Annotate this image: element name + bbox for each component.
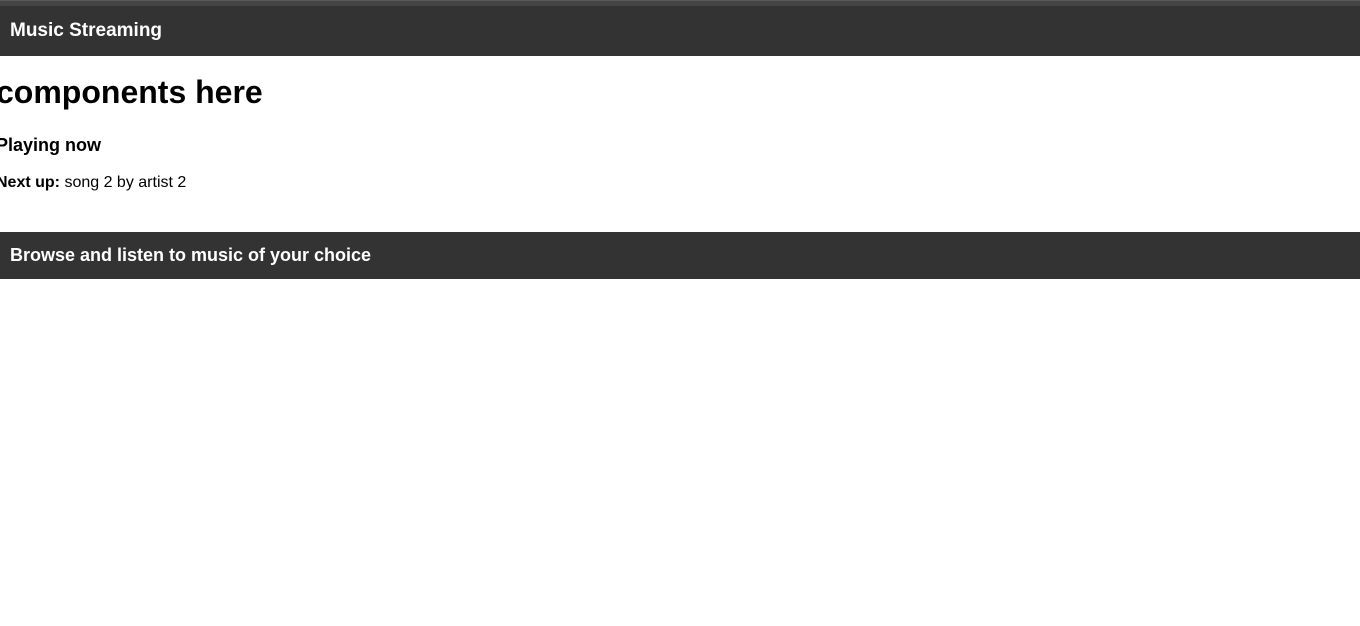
- page-heading: components here: [0, 74, 1360, 111]
- brand-title: Music Streaming: [10, 20, 162, 41]
- footer-text: Browse and listen to music of your choic…: [10, 245, 371, 265]
- next-up-value: song 2 by artist 2: [60, 174, 186, 191]
- main-content: components here Playing now Next up: son…: [0, 56, 1360, 232]
- next-up-label: Next up:: [0, 174, 60, 191]
- playing-now-heading: Playing now: [0, 135, 1360, 156]
- navbar: Music Streaming: [0, 6, 1360, 56]
- next-up-line: Next up: song 2 by artist 2: [0, 174, 1360, 192]
- footer: Browse and listen to music of your choic…: [0, 232, 1360, 279]
